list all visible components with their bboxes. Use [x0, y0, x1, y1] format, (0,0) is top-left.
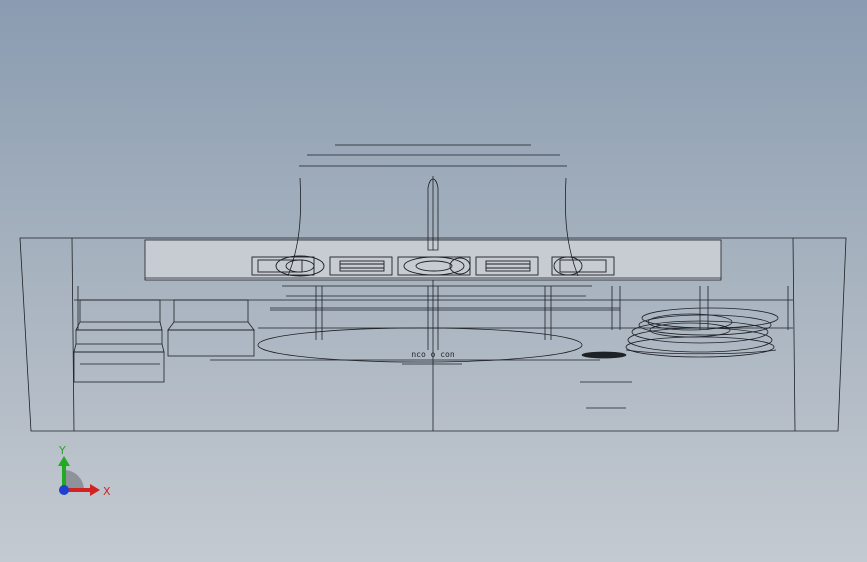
- x-axis-label: X: [103, 485, 111, 498]
- second-drawer-block: [167, 299, 255, 357]
- y-axis-arrow-icon: [58, 456, 70, 466]
- y-axis-label: Y: [58, 444, 66, 457]
- wireframe-model[interactable]: nco o con: [0, 0, 867, 562]
- graphics-viewport[interactable]: nco o con Y X: [0, 0, 867, 562]
- basin-label: nco o con: [411, 350, 455, 359]
- x-axis-arrow-icon: [90, 484, 100, 496]
- burner-coils: [625, 307, 779, 358]
- left-drawer-stack: [73, 299, 165, 383]
- view-triad[interactable]: Y X: [48, 440, 128, 510]
- z-axis-icon: [59, 485, 69, 495]
